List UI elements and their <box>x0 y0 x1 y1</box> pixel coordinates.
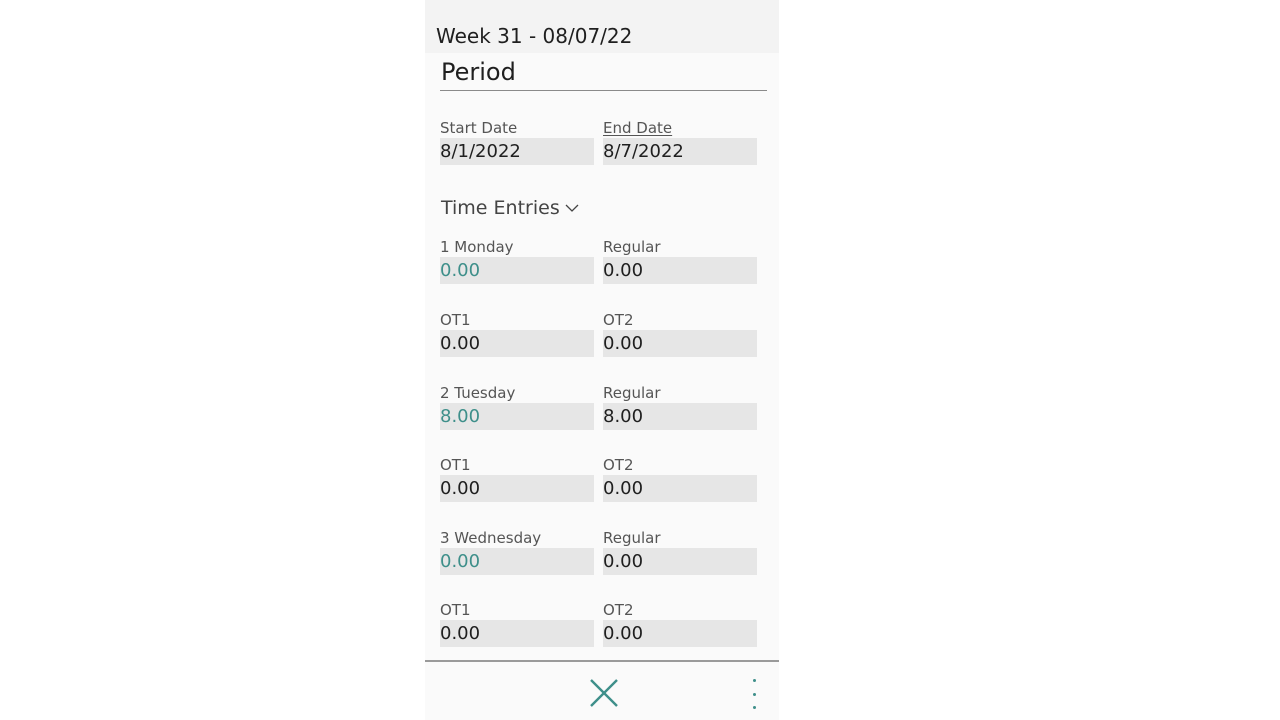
close-button[interactable] <box>588 677 620 709</box>
start-date-label: Start Date <box>440 119 518 137</box>
day-label: 2 Tuesday <box>440 384 516 402</box>
monday-field[interactable]: 1 Monday 0.00 <box>440 237 594 284</box>
regular-label: Regular <box>603 238 661 256</box>
phone-screen: Week 31 - 08/07/22 Period Start Date 8/1… <box>425 0 779 720</box>
ot1-value[interactable]: 0.00 <box>440 330 594 357</box>
title-bar: Week 31 - 08/07/22 <box>425 0 779 53</box>
end-date-value[interactable]: 8/7/2022 <box>603 138 757 165</box>
ot2-label: OT2 <box>603 601 634 619</box>
wednesday-ot1-field[interactable]: OT1 0.00 <box>440 600 594 647</box>
tuesday-ot1-field[interactable]: OT1 0.00 <box>440 455 594 502</box>
ot2-label: OT2 <box>603 311 634 329</box>
ot1-label: OT1 <box>440 456 471 474</box>
period-section-title[interactable]: Period <box>441 58 516 86</box>
more-options-button[interactable] <box>747 679 761 709</box>
ot2-value[interactable]: 0.00 <box>603 620 757 647</box>
wednesday-regular-field[interactable]: Regular 0.00 <box>603 528 757 575</box>
regular-value[interactable]: 8.00 <box>603 403 757 430</box>
wednesday-field[interactable]: 3 Wednesday 0.00 <box>440 528 594 575</box>
close-icon <box>590 679 618 707</box>
end-date-field[interactable]: End Date 8/7/2022 <box>603 118 757 165</box>
start-date-value[interactable]: 8/1/2022 <box>440 138 594 165</box>
ot1-value[interactable]: 0.00 <box>440 620 594 647</box>
wednesday-ot2-field[interactable]: OT2 0.00 <box>603 600 757 647</box>
day-label: 1 Monday <box>440 238 514 256</box>
chevron-down-icon <box>565 204 579 212</box>
monday-ot1-field[interactable]: OT1 0.00 <box>440 310 594 357</box>
start-date-field[interactable]: Start Date 8/1/2022 <box>440 118 594 165</box>
more-vertical-icon <box>752 679 756 682</box>
day-total-value[interactable]: 0.00 <box>440 548 594 575</box>
tuesday-ot2-field[interactable]: OT2 0.00 <box>603 455 757 502</box>
ot2-label: OT2 <box>603 456 634 474</box>
ot1-value[interactable]: 0.00 <box>440 475 594 502</box>
more-vertical-icon-dot <box>752 706 756 709</box>
time-entries-group-header[interactable]: Time Entries <box>441 197 580 219</box>
regular-value[interactable]: 0.00 <box>603 257 757 284</box>
ot1-label: OT1 <box>440 601 471 619</box>
regular-label: Regular <box>603 384 661 402</box>
regular-value[interactable]: 0.00 <box>603 548 757 575</box>
ot2-value[interactable]: 0.00 <box>603 330 757 357</box>
monday-ot2-field[interactable]: OT2 0.00 <box>603 310 757 357</box>
tuesday-regular-field[interactable]: Regular 8.00 <box>603 383 757 430</box>
day-total-value[interactable]: 0.00 <box>440 257 594 284</box>
section-divider <box>440 90 767 91</box>
ot1-label: OT1 <box>440 311 471 329</box>
end-date-label[interactable]: End Date <box>603 118 757 138</box>
regular-label: Regular <box>603 529 661 547</box>
tuesday-field[interactable]: 2 Tuesday 8.00 <box>440 383 594 430</box>
bottom-action-bar <box>425 662 779 720</box>
more-vertical-icon-dot <box>752 692 756 696</box>
time-entries-title: Time Entries <box>441 197 560 219</box>
page-title: Week 31 - 08/07/22 <box>436 24 633 48</box>
day-total-value[interactable]: 8.00 <box>440 403 594 430</box>
monday-regular-field[interactable]: Regular 0.00 <box>603 237 757 284</box>
ot2-value[interactable]: 0.00 <box>603 475 757 502</box>
day-label: 3 Wednesday <box>440 529 542 547</box>
